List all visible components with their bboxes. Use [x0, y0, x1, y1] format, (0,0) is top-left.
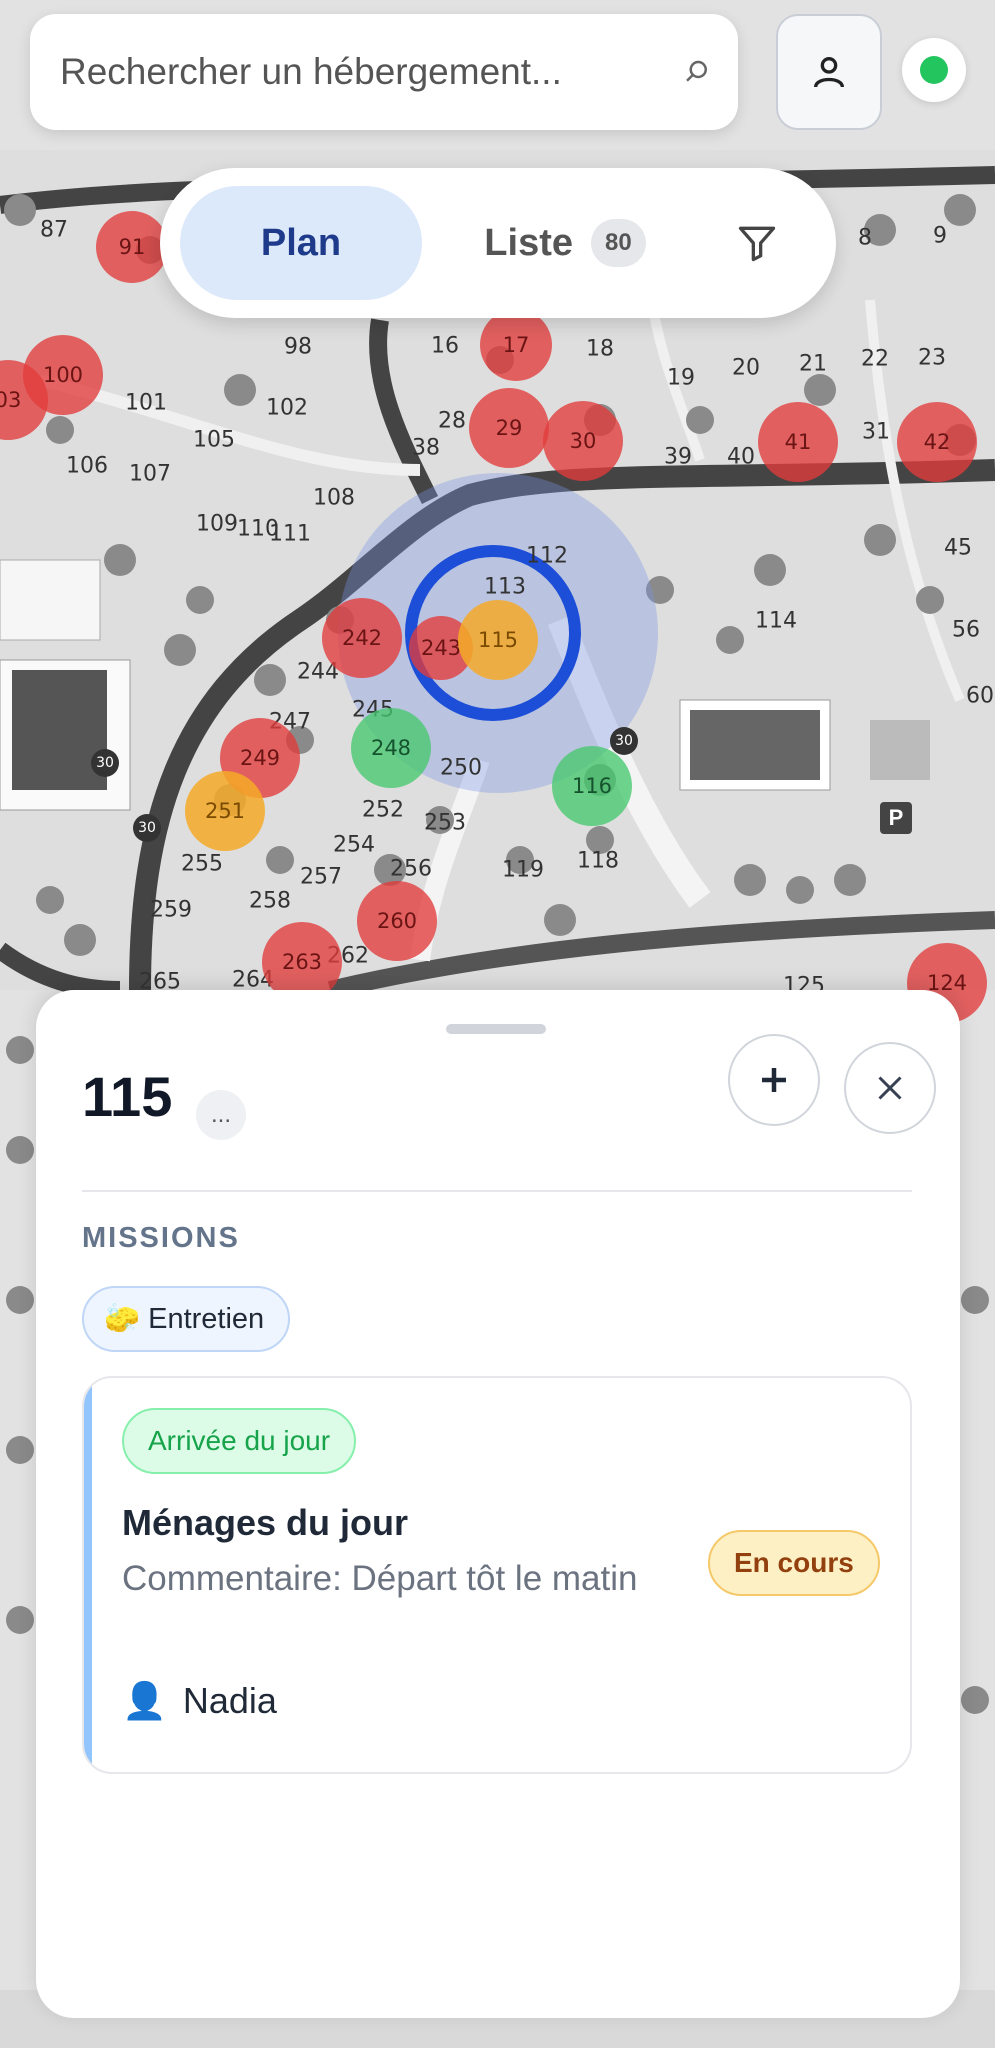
user-icon [814, 56, 844, 88]
lot-number-label: 257 [300, 864, 342, 890]
lot-number-label: 119 [502, 857, 544, 883]
lot-marker-260[interactable]: 260 [357, 881, 437, 961]
category-chip-label: Entretien [148, 1302, 265, 1335]
tab-liste[interactable]: Liste 80 [460, 186, 670, 300]
lot-number-label: 113 [484, 574, 526, 600]
speed-limit-sign: 30 [91, 749, 119, 777]
mission-card[interactable]: Arrivée du jour Ménages du jour Commenta… [82, 1376, 912, 1774]
assignee-name: Nadia [182, 1680, 277, 1721]
lot-marker-251[interactable]: 251 [185, 771, 265, 851]
mission-comment: Commentaire: Départ tôt le matin [122, 1559, 638, 1598]
lot-number-label: 8 [858, 225, 872, 251]
lot-number-label: 252 [362, 797, 404, 823]
lot-marker-91[interactable]: 91 [96, 211, 168, 283]
lot-number-label: 87 [40, 217, 68, 243]
sheet-drag-handle[interactable] [446, 1024, 546, 1034]
list-count-badge: 80 [591, 219, 646, 267]
lot-number-label: 45 [944, 535, 972, 561]
lot-number-label: 40 [727, 444, 755, 470]
tab-liste-label: Liste [484, 221, 573, 264]
parking-icon: P [880, 802, 912, 834]
lot-number-label: 107 [129, 461, 171, 487]
lot-number-label: 60 [966, 683, 994, 709]
lot-number-label: 19 [667, 365, 695, 391]
view-toggle: Plan Liste 80 [160, 168, 836, 318]
lot-marker-41[interactable]: 41 [758, 402, 838, 482]
lot-number-label: 18 [586, 336, 614, 362]
lot-marker-248[interactable]: 248 [351, 708, 431, 788]
add-mission-button[interactable] [728, 1034, 820, 1126]
lot-marker-30[interactable]: 30 [543, 401, 623, 481]
lot-number-label: 254 [333, 832, 375, 858]
lot-number-label: 98 [284, 334, 312, 360]
more-options-button[interactable]: ... [196, 1090, 246, 1140]
lot-number-label: 56 [952, 617, 980, 643]
profile-button[interactable] [776, 14, 882, 130]
lot-number-label: 255 [181, 851, 223, 877]
search-input[interactable] [58, 50, 682, 94]
lot-number-label: 258 [249, 888, 291, 914]
lot-number-label: 101 [125, 390, 167, 416]
lot-marker-242[interactable]: 242 [322, 598, 402, 678]
lot-number-label: 250 [440, 755, 482, 781]
tab-plan-label: Plan [260, 221, 342, 264]
lot-detail-sheet: 115 ... MISSIONS 🧽 Entretien Arrivée du … [36, 990, 960, 2018]
lot-number-label: 102 [266, 395, 308, 421]
speed-limit-sign: 30 [610, 727, 638, 755]
lot-number-label: 118 [577, 848, 619, 874]
lot-title: 115 [82, 1065, 173, 1128]
close-button[interactable] [844, 1042, 936, 1134]
lot-number-label: 16 [431, 333, 459, 359]
speed-limit-sign: 30 [133, 814, 161, 842]
mission-card-accent [84, 1378, 92, 1772]
close-icon [878, 1076, 902, 1100]
lot-number-label: 111 [269, 521, 311, 547]
lot-number-label: 28 [438, 408, 466, 434]
missions-heading: MISSIONS [82, 1222, 240, 1254]
status-dot-icon [920, 56, 948, 84]
lot-number-label: 108 [313, 485, 355, 511]
person-icon: 👤 [122, 1680, 167, 1721]
tab-plan[interactable]: Plan [180, 186, 422, 300]
lot-number-label: 106 [66, 453, 108, 479]
lot-number-label: 112 [526, 543, 568, 569]
lot-marker-115[interactable]: 115 [458, 600, 538, 680]
lot-number-label: 105 [193, 427, 235, 453]
lot-number-label: 256 [390, 856, 432, 882]
filter-icon [738, 226, 776, 262]
lot-number-label: 23 [918, 345, 946, 371]
lot-number-label: 21 [799, 351, 827, 377]
lot-number-label: 9 [933, 223, 947, 249]
connection-status [902, 38, 966, 102]
lot-marker-42[interactable]: 42 [897, 402, 977, 482]
lot-marker-29[interactable]: 29 [469, 388, 549, 468]
lot-number-label: 20 [732, 355, 760, 381]
lot-marker-116[interactable]: 116 [552, 746, 632, 826]
lot-number-label: 39 [664, 444, 692, 470]
lot-number-label: 253 [424, 810, 466, 836]
plus-icon [762, 1068, 786, 1092]
search-bar[interactable] [30, 14, 738, 130]
lot-number-label: 114 [755, 608, 797, 634]
lot-number-label: 109 [196, 511, 238, 537]
filter-button[interactable] [720, 206, 794, 280]
divider [82, 1190, 912, 1192]
mission-title: Ménages du jour [122, 1502, 409, 1543]
lot-number-label: 22 [861, 346, 889, 372]
lot-number-label: 31 [862, 419, 890, 445]
status-badge: En cours [708, 1530, 880, 1596]
category-chip-entretien[interactable]: 🧽 Entretien [82, 1286, 291, 1352]
sponge-icon: 🧽 [104, 1303, 141, 1335]
search-icon[interactable] [682, 57, 712, 87]
lot-marker-17[interactable]: 17 [480, 309, 552, 381]
lot-number-label: 38 [412, 435, 440, 461]
lot-number-label: 259 [150, 897, 192, 923]
arrival-badge: Arrivée du jour [122, 1408, 357, 1474]
mission-assignee: 👤 Nadia [122, 1680, 277, 1722]
